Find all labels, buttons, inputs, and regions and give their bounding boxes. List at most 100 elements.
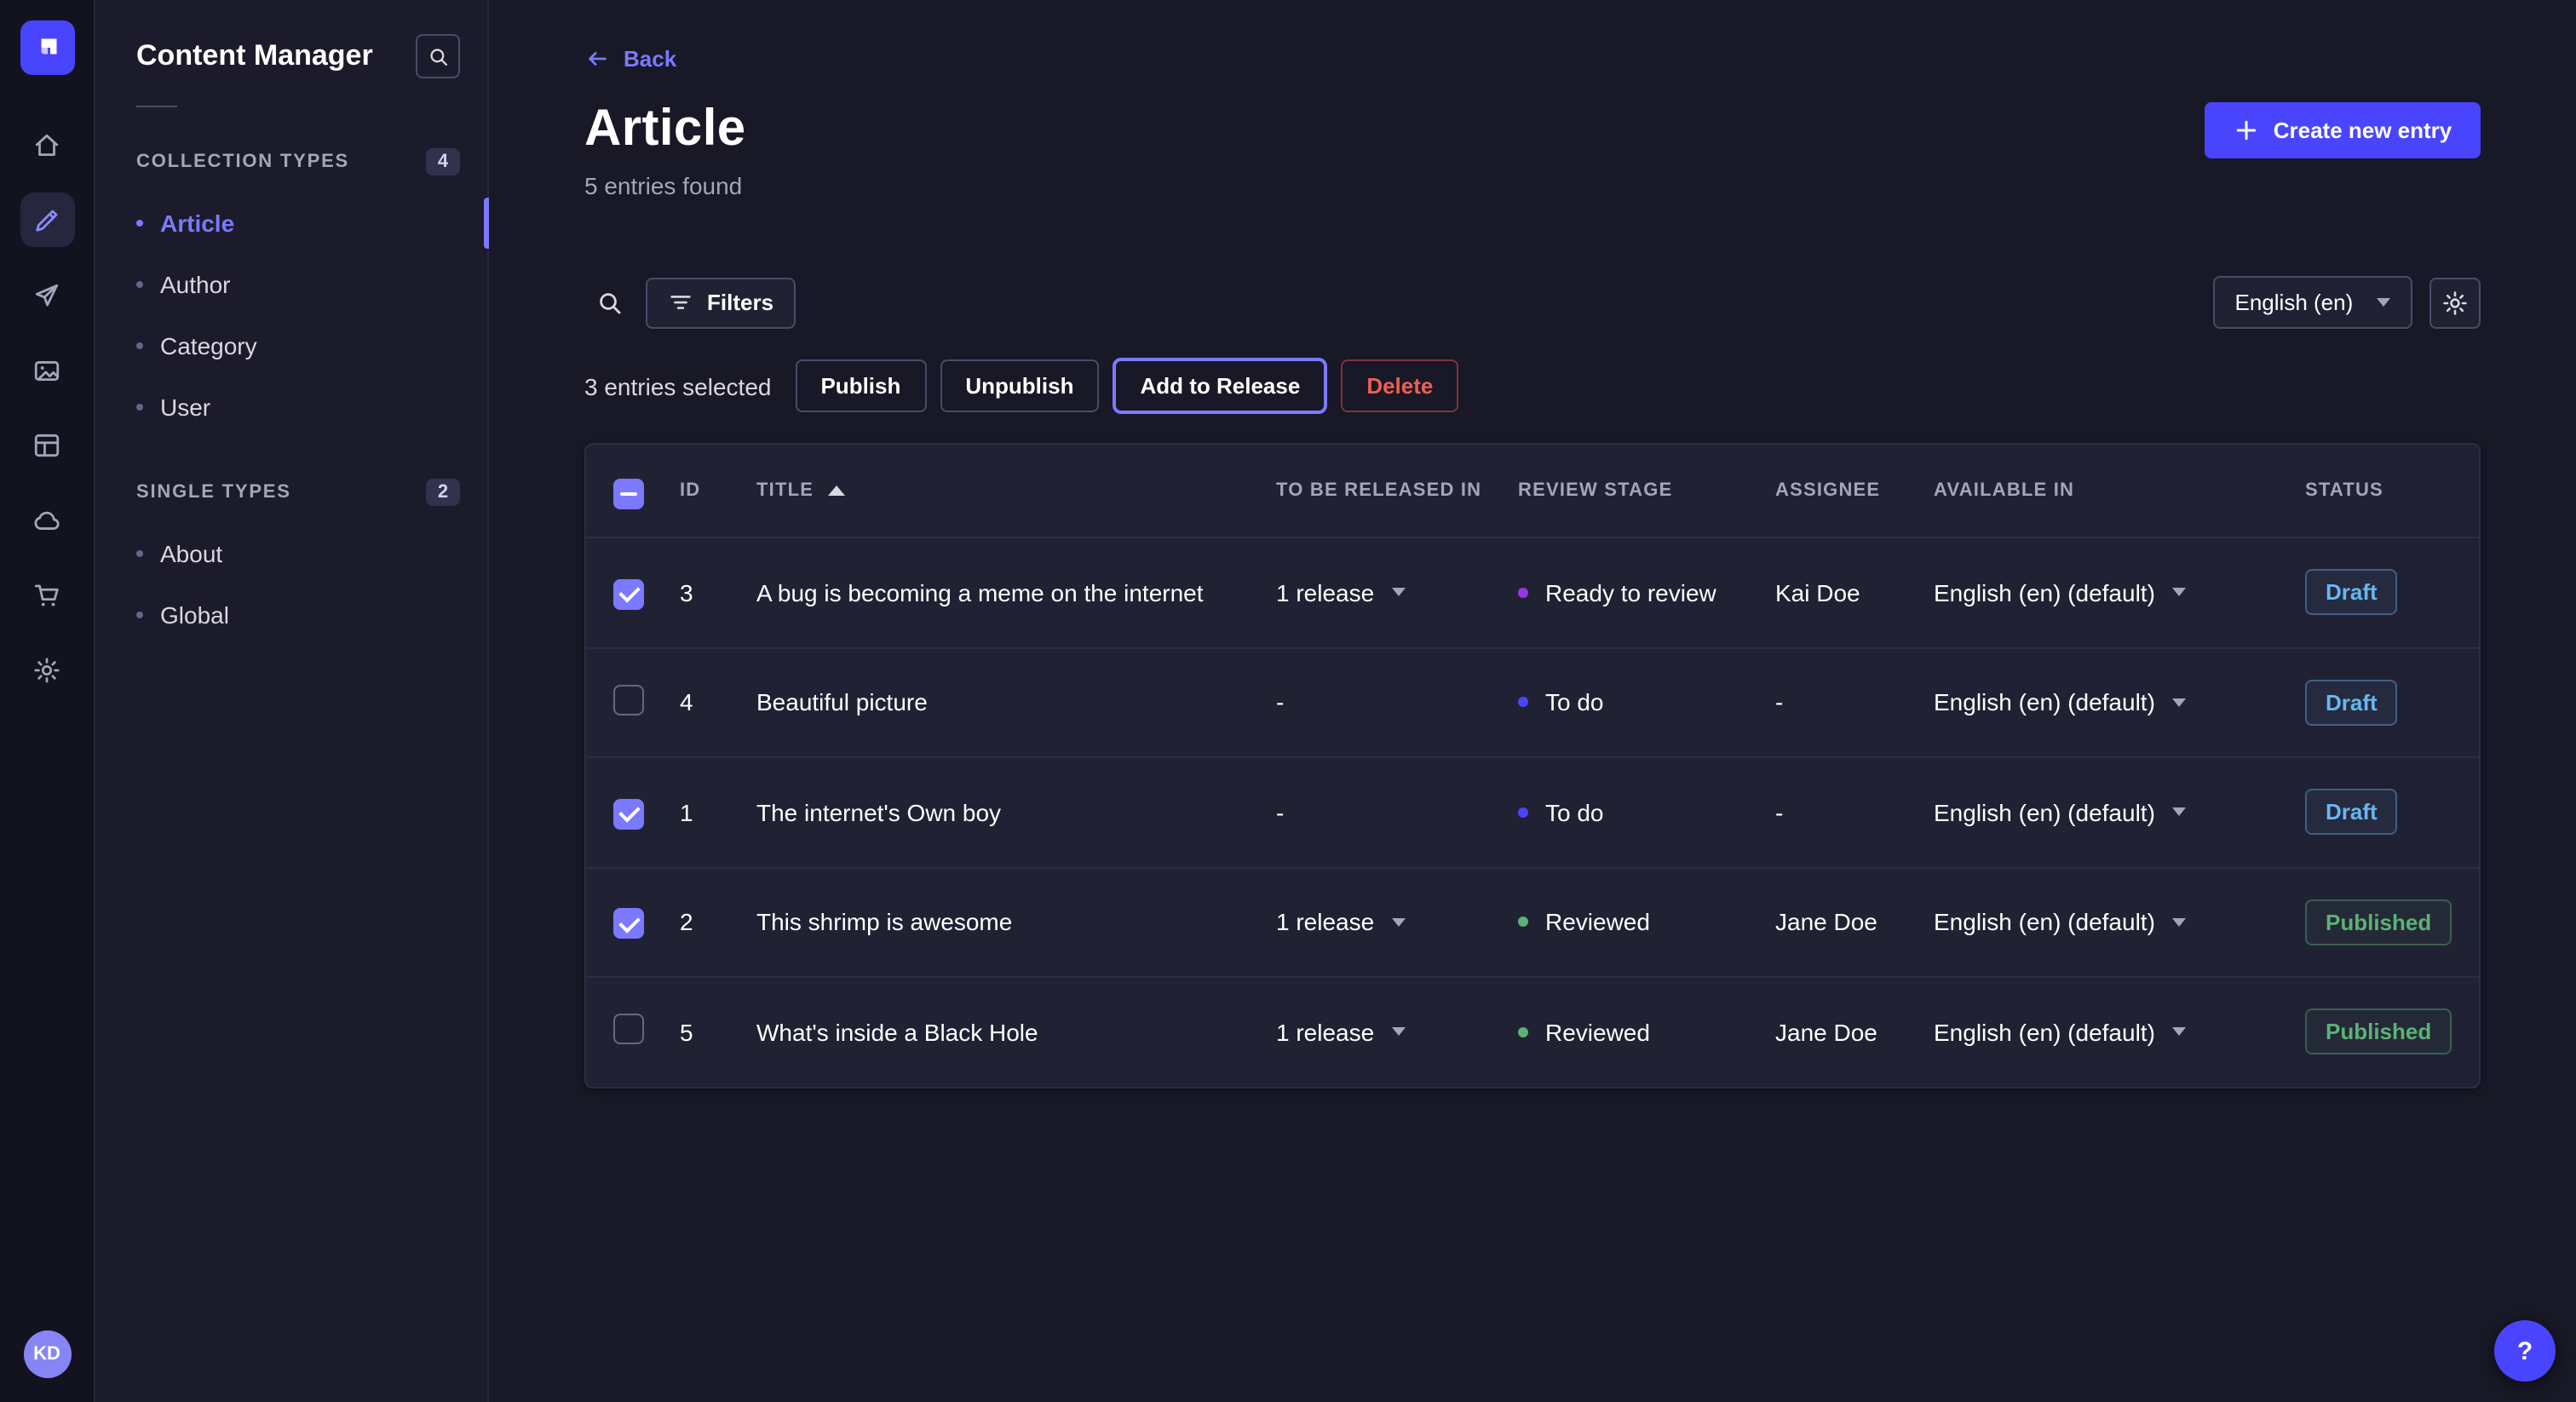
bullet-icon (136, 404, 143, 411)
single-types-section: SINGLE TYPES 2 About Global (95, 472, 487, 646)
select-all-checkbox[interactable] (613, 478, 644, 509)
cell-id: 3 (680, 579, 756, 606)
selection-count-label: 3 entries selected (584, 372, 771, 399)
plus-icon (2234, 117, 2260, 142)
unpublish-button[interactable]: Unpublish (940, 359, 1099, 412)
cell-assignee: Kai Doe (1775, 579, 1934, 606)
locale-select[interactable]: English (en) (2213, 276, 2413, 329)
nav-media-library-button[interactable] (20, 342, 74, 397)
cell-status: Published (2305, 899, 2452, 945)
row-checkbox[interactable] (613, 1014, 644, 1045)
cell-assignee: - (1775, 689, 1934, 716)
view-settings-button[interactable] (2429, 277, 2481, 328)
content-manager-icon (32, 205, 61, 234)
cell-release[interactable]: - (1276, 689, 1518, 716)
search-button[interactable] (584, 277, 635, 328)
cell-status: Draft (2305, 570, 2452, 616)
cell-review-stage: Reviewed (1518, 1019, 1775, 1046)
sidebar-search-button[interactable] (416, 34, 460, 78)
back-link[interactable]: Back (584, 46, 676, 72)
release-count: 1 release (1276, 909, 1374, 936)
cell-release[interactable]: - (1276, 799, 1518, 826)
sidebar-item-global[interactable]: Global (95, 584, 487, 646)
locale-caret-icon (2172, 918, 2186, 927)
collection-types-section: COLLECTION TYPES 4 Article Author Catego… (95, 141, 487, 438)
sidebar-item-about[interactable]: About (95, 523, 487, 584)
cell-release[interactable]: 1 release (1276, 909, 1518, 936)
cell-review-stage: Reviewed (1518, 909, 1775, 936)
collection-types-count-badge: 4 (426, 148, 460, 175)
row-checkbox[interactable] (613, 798, 644, 829)
release-caret-icon (1391, 1028, 1405, 1037)
stage-dot (1518, 1027, 1528, 1037)
status-badge: Draft (2305, 790, 2398, 836)
sidebar-divider (136, 106, 177, 107)
publish-button[interactable]: Publish (795, 359, 926, 412)
sidebar-item-author[interactable]: Author (95, 254, 487, 315)
nav-releases-button[interactable] (20, 267, 74, 322)
locale-caret-icon (2172, 808, 2186, 817)
stage-dot (1518, 917, 1528, 928)
nav-settings-button[interactable] (20, 642, 74, 697)
sidebar-item-label: User (160, 394, 210, 421)
locale-label: English (en) (default) (1934, 689, 2155, 716)
user-avatar[interactable]: KD (23, 1330, 71, 1378)
cell-available-in[interactable]: English (en) (default) (1934, 1019, 2305, 1046)
delete-button[interactable]: Delete (1341, 359, 1458, 412)
cell-available-in[interactable]: English (en) (default) (1934, 909, 2305, 936)
help-button[interactable]: ? (2494, 1320, 2556, 1382)
cloud-icon (32, 505, 61, 534)
table-row[interactable]: 5 What's inside a Black Hole 1 release R… (586, 976, 2479, 1086)
sidebar-item-article[interactable]: Article (95, 192, 487, 254)
cell-assignee: - (1775, 799, 1934, 826)
locale-caret-icon (2172, 698, 2186, 707)
search-icon (596, 289, 624, 316)
stage-label: Ready to review (1545, 579, 1716, 606)
cell-title: This shrimp is awesome (756, 909, 1276, 936)
add-to-release-button[interactable]: Add to Release (1113, 358, 1327, 414)
row-checkbox[interactable] (613, 685, 644, 715)
collection-types-label: COLLECTION TYPES (136, 152, 349, 172)
stage-dot (1518, 588, 1528, 598)
table-row[interactable]: 2 This shrimp is awesome 1 release Revie… (586, 866, 2479, 976)
caret-down-icon (2377, 298, 2390, 307)
stage-label: To do (1545, 689, 1604, 716)
header-review-stage: REVIEW STAGE (1518, 480, 1775, 501)
header-title-sort-button[interactable]: TITLE (756, 480, 844, 501)
cell-assignee: Jane Doe (1775, 909, 1934, 936)
bullet-icon (136, 550, 143, 557)
nav-content-manager-button[interactable] (20, 192, 74, 247)
nav-cloud-button[interactable] (20, 492, 74, 547)
nav-content-type-builder-button[interactable] (20, 417, 74, 472)
table-row[interactable]: 3 A bug is becoming a meme on the intern… (586, 537, 2479, 646)
nav-marketplace-button[interactable] (20, 567, 74, 622)
marketplace-icon (32, 580, 61, 609)
sidebar-item-label: Global (160, 601, 229, 629)
header-status: STATUS (2305, 480, 2452, 501)
row-checkbox[interactable] (613, 908, 644, 939)
locale-caret-icon (2172, 589, 2186, 597)
nav-rail-icons (20, 118, 74, 697)
cell-id: 2 (680, 909, 756, 936)
cell-available-in[interactable]: English (en) (default) (1934, 579, 2305, 606)
table-row[interactable]: 1 The internet's Own boy - To do - Engli… (586, 756, 2479, 866)
sidebar-item-category[interactable]: Category (95, 315, 487, 376)
cell-available-in[interactable]: English (en) (default) (1934, 799, 2305, 826)
cell-release[interactable]: 1 release (1276, 1019, 1518, 1046)
cell-release[interactable]: 1 release (1276, 579, 1518, 606)
cell-review-stage: To do (1518, 799, 1775, 826)
filters-button[interactable]: Filters (646, 277, 796, 328)
stage-label: Reviewed (1545, 909, 1650, 936)
locale-label: English (en) (default) (1934, 579, 2155, 606)
row-checkbox[interactable] (613, 578, 644, 609)
bullet-icon (136, 342, 143, 349)
create-new-entry-label: Create new entry (2274, 117, 2452, 142)
nav-home-button[interactable] (20, 118, 74, 172)
sidebar-item-user[interactable]: User (95, 376, 487, 438)
releases-icon (32, 280, 61, 309)
create-new-entry-button[interactable]: Create new entry (2205, 101, 2481, 158)
cell-available-in[interactable]: English (en) (default) (1934, 689, 2305, 716)
single-types-count-badge: 2 (426, 479, 460, 506)
table-row[interactable]: 4 Beautiful picture - To do - English (e… (586, 646, 2479, 756)
strapi-logo[interactable] (20, 20, 74, 75)
